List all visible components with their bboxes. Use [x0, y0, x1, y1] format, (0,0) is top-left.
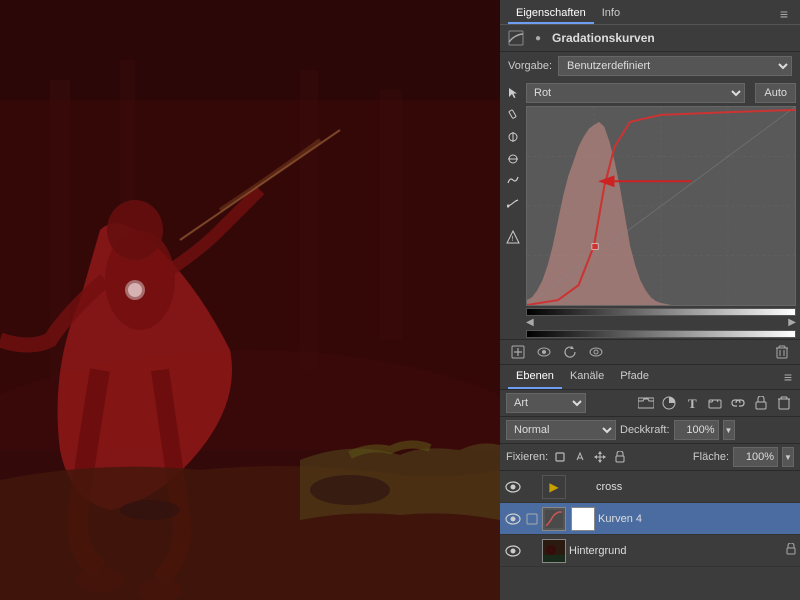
right-panel: Eigenschaften Info ≡ ● Gradationskurven …	[500, 0, 800, 600]
warning-icon: !	[504, 228, 522, 246]
reset-icon[interactable]	[560, 343, 580, 361]
group-folder-thumb: ▶	[542, 475, 566, 499]
hintergrund-name: Hintergrund	[569, 545, 783, 557]
curves-main-area: ! Rot Auto	[500, 80, 800, 339]
flaeche-dropdown[interactable]: ▼	[782, 447, 794, 467]
tab-pfade[interactable]: Pfade	[612, 365, 657, 389]
type-tool-icon[interactable]: T	[682, 394, 702, 412]
tab-kanaele[interactable]: Kanäle	[562, 365, 612, 389]
hintergrund-thumb	[542, 539, 566, 563]
blend-mode-row: Normal Deckkraft: ▼	[500, 417, 800, 444]
kurven4-name: Kurven 4	[598, 513, 796, 525]
kurven4-thumb	[542, 507, 566, 531]
curves-right: Rot Auto	[526, 80, 800, 339]
layer-visibility-kurven4[interactable]	[504, 510, 522, 528]
trash-icon[interactable]	[774, 394, 794, 412]
auto-button[interactable]: Auto	[755, 83, 796, 103]
opacity-label: Deckkraft:	[620, 424, 670, 436]
channel-select[interactable]: Rot	[526, 83, 745, 103]
show-icon[interactable]	[586, 343, 606, 361]
sample-tool-2[interactable]	[504, 150, 522, 168]
new-layer-icon[interactable]	[508, 343, 528, 361]
layer-visibility-hintergrund[interactable]	[504, 542, 522, 560]
adjustment-icon	[508, 30, 524, 46]
fix-label: Fixieren:	[506, 451, 548, 463]
preset-label: Vorgabe:	[508, 60, 552, 72]
delete-icon[interactable]	[772, 343, 792, 361]
output-gradient-bar	[526, 330, 796, 338]
layer-visibility-cross[interactable]	[504, 478, 522, 496]
input-gradient-bar	[526, 308, 796, 316]
group-icon[interactable]	[705, 394, 725, 412]
lock-icon[interactable]	[751, 394, 771, 412]
fix-row: Fixieren: Fläche: ▼	[500, 444, 800, 471]
layers-collapse-button[interactable]: ≡	[784, 369, 792, 385]
fix-position-icon[interactable]	[552, 449, 568, 465]
group-name: cross	[596, 481, 796, 493]
art-select[interactable]: Art	[506, 393, 586, 413]
kurven4-mask-thumb	[571, 507, 595, 531]
properties-panel: Eigenschaften Info ≡ ● Gradationskurven …	[500, 0, 800, 365]
tab-eigenschaften[interactable]: Eigenschaften	[508, 4, 594, 24]
layer-kurven4[interactable]: Kurven 4	[500, 503, 800, 535]
opacity-input[interactable]	[674, 420, 719, 440]
hintergrund-lock	[786, 543, 796, 558]
layer-group-cross[interactable]: ▶ cross	[500, 471, 800, 503]
fix-lock-icon[interactable]	[612, 449, 628, 465]
fix-paint-icon[interactable]	[572, 449, 588, 465]
draw-tool[interactable]	[504, 194, 522, 212]
preset-select[interactable]: Benutzerdefiniert	[558, 56, 792, 76]
opacity-dropdown[interactable]: ▼	[723, 420, 735, 440]
smooth-tool[interactable]	[504, 172, 522, 190]
flaeche-input[interactable]	[733, 447, 778, 467]
slider-track[interactable]	[537, 320, 786, 326]
visibility-icon[interactable]: ●	[530, 30, 546, 46]
panel-tabs: Eigenschaften Info ≡	[500, 0, 800, 25]
layer-list: ▶ cross Kurven 4	[500, 471, 800, 600]
pencil-tool[interactable]	[504, 106, 522, 124]
layer-hintergrund[interactable]: Hintergrund	[500, 535, 800, 567]
tab-ebenen[interactable]: Ebenen	[508, 365, 562, 389]
channel-row: Rot Auto	[526, 80, 800, 106]
group-blank	[569, 475, 593, 499]
layers-toolbar: Art T	[500, 390, 800, 417]
blend-mode-select[interactable]: Normal	[506, 420, 616, 440]
eye-icon[interactable]	[534, 343, 554, 361]
create-group-icon[interactable]	[636, 394, 656, 412]
fix-move-icon[interactable]	[592, 449, 608, 465]
layer-chain-kurven4[interactable]	[525, 513, 539, 525]
svg-text:T: T	[688, 396, 697, 410]
flaeche-label: Fläche:	[693, 451, 729, 463]
sample-tool[interactable]	[504, 128, 522, 146]
gradation-header: ● Gradationskurven	[500, 25, 800, 52]
layers-tabs: Ebenen Kanäle Pfade ≡	[500, 365, 800, 390]
panel-collapse-button[interactable]: ≡	[776, 4, 792, 24]
tab-info[interactable]: Info	[594, 4, 628, 24]
preset-row: Vorgabe: Benutzerdefiniert	[500, 52, 800, 80]
curves-bottom-row	[500, 339, 800, 364]
gradation-title: Gradationskurven	[552, 31, 655, 45]
curves-left-tools: !	[500, 80, 526, 339]
pointer-tool[interactable]	[504, 84, 522, 102]
slider-controls: ◀ ▶	[526, 317, 796, 328]
adjustment-layer-icon[interactable]	[659, 394, 679, 412]
svg-text:!: !	[512, 236, 514, 243]
folder-icon: ▶	[549, 480, 558, 494]
slider-right[interactable]: ▶	[788, 317, 796, 328]
slider-left[interactable]: ◀	[526, 317, 534, 328]
link-icon[interactable]	[728, 394, 748, 412]
curves-graph[interactable]	[526, 106, 796, 306]
main-canvas	[0, 0, 500, 600]
layers-panel: Ebenen Kanäle Pfade ≡ Art T	[500, 365, 800, 600]
